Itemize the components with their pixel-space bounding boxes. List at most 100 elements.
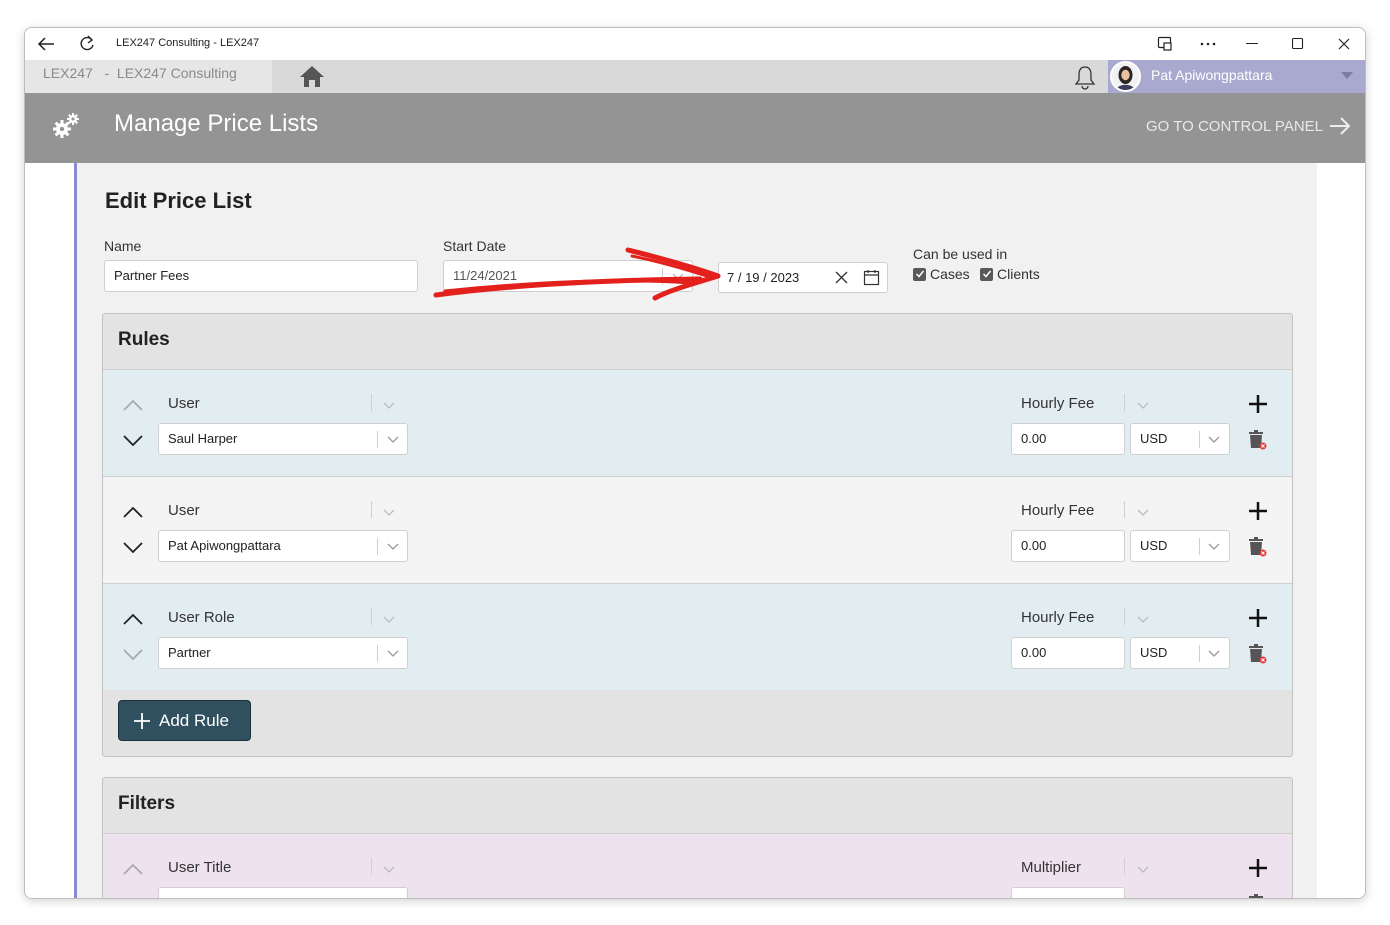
currency-value: USD bbox=[1140, 431, 1168, 446]
rule-value: Partner bbox=[168, 645, 211, 660]
rule-value-select[interactable]: Saul Harper bbox=[158, 423, 408, 455]
control-panel-link-label: GO TO CONTROL PANEL bbox=[1146, 117, 1323, 135]
start-date-value: 11/24/2021 bbox=[453, 268, 518, 283]
currency-select[interactable]: USD bbox=[1130, 637, 1230, 669]
chevron-down-icon[interactable] bbox=[383, 613, 395, 625]
arrow-right-icon bbox=[1330, 117, 1351, 135]
chevron-down-icon bbox=[1208, 650, 1220, 657]
checkbox-checked-icon[interactable] bbox=[913, 267, 926, 281]
app-window: LEX247 Consulting - LEX247 LEX247 - LEX2… bbox=[24, 27, 1366, 899]
rule-value-select[interactable]: Pat Apiwongpattara bbox=[158, 530, 408, 562]
multiplier-input[interactable] bbox=[1011, 887, 1125, 898]
checkbox-clients-label: Clients bbox=[997, 266, 1040, 282]
chevron-down-icon bbox=[1208, 436, 1220, 443]
end-date-value: 7 / 19 / 2023 bbox=[727, 270, 800, 285]
trash-icon[interactable] bbox=[1247, 536, 1269, 558]
start-date-label: Start Date bbox=[443, 238, 507, 254]
control-panel-link[interactable]: GO TO CONTROL PANEL bbox=[1146, 117, 1351, 135]
chevron-down-icon[interactable] bbox=[1341, 72, 1353, 79]
name-input[interactable]: Partner Fees bbox=[104, 260, 418, 292]
chevron-down-icon[interactable] bbox=[1137, 506, 1149, 518]
plus-icon[interactable] bbox=[1248, 394, 1268, 414]
fee-label[interactable]: Hourly Fee bbox=[1021, 609, 1094, 626]
title-bar: LEX247 Consulting - LEX247 bbox=[25, 28, 1365, 60]
multiplier-label[interactable]: Multiplier bbox=[1021, 859, 1081, 876]
chevron-down-icon bbox=[1208, 543, 1220, 550]
rule-value-select[interactable]: Partner bbox=[158, 637, 408, 669]
rule-row: User Saul Harper Hourly Fee 0.00 USD bbox=[103, 369, 1292, 476]
chevron-up-icon[interactable] bbox=[122, 505, 144, 519]
currency-value: USD bbox=[1140, 645, 1168, 660]
calendar-icon[interactable] bbox=[863, 269, 880, 286]
trash-icon[interactable] bbox=[1247, 893, 1269, 899]
filter-type-label[interactable]: User Title bbox=[168, 859, 231, 876]
start-date-select[interactable]: 11/24/2021 bbox=[443, 260, 693, 292]
chevron-down-icon[interactable] bbox=[383, 399, 395, 411]
rule-value: Saul Harper bbox=[168, 431, 238, 446]
chevron-down-icon[interactable] bbox=[1137, 613, 1149, 625]
rule-type-label[interactable]: User bbox=[168, 502, 200, 519]
gears-icon bbox=[51, 111, 81, 141]
chevron-down-icon bbox=[387, 650, 399, 657]
plus-icon[interactable] bbox=[1248, 608, 1268, 628]
checkbox-clients[interactable]: Clients bbox=[980, 266, 1040, 282]
chevron-up-icon[interactable] bbox=[122, 612, 144, 626]
more-options-icon[interactable] bbox=[1196, 32, 1220, 56]
plus-icon[interactable] bbox=[1248, 501, 1268, 521]
trash-icon[interactable] bbox=[1247, 429, 1269, 451]
filter-value-select[interactable] bbox=[158, 887, 408, 898]
fee-label[interactable]: Hourly Fee bbox=[1021, 395, 1094, 412]
chevron-down-icon[interactable] bbox=[383, 863, 395, 875]
currency-select[interactable]: USD bbox=[1130, 423, 1230, 455]
chevron-down-icon[interactable] bbox=[122, 434, 144, 448]
chevron-down-icon[interactable] bbox=[1137, 399, 1149, 411]
app-bar: LEX247 - LEX247 Consulting Pat Apiwongpa… bbox=[25, 60, 1365, 93]
window-title: LEX247 Consulting - LEX247 bbox=[116, 37, 260, 49]
fee-label[interactable]: Hourly Fee bbox=[1021, 502, 1094, 519]
page-header: Manage Price Lists GO TO CONTROL PANEL bbox=[25, 93, 1365, 163]
currency-select[interactable]: USD bbox=[1130, 530, 1230, 562]
home-icon[interactable] bbox=[298, 64, 328, 90]
edit-panel: Edit Price List Name Partner Fees Start … bbox=[74, 163, 1317, 899]
chevron-down-icon[interactable] bbox=[383, 506, 395, 518]
maximize-icon[interactable] bbox=[1286, 32, 1310, 56]
chevron-down-icon bbox=[672, 273, 684, 280]
rule-type-label[interactable]: User bbox=[168, 395, 200, 412]
clear-icon[interactable] bbox=[835, 271, 848, 284]
breadcrumb[interactable]: LEX247 - LEX247 Consulting bbox=[43, 65, 237, 81]
fee-input[interactable]: 0.00 bbox=[1011, 530, 1125, 562]
checkbox-checked-icon[interactable] bbox=[980, 267, 993, 281]
fee-input[interactable]: 0.00 bbox=[1011, 637, 1125, 669]
chevron-up-icon[interactable] bbox=[122, 398, 144, 412]
form-title: Edit Price List bbox=[105, 188, 252, 213]
avatar bbox=[1110, 61, 1141, 92]
cast-icon[interactable] bbox=[1153, 32, 1177, 56]
add-rule-label: Add Rule bbox=[159, 710, 229, 730]
fee-input[interactable]: 0.00 bbox=[1011, 423, 1125, 455]
checkbox-cases[interactable]: Cases bbox=[913, 266, 970, 282]
filter-row: User Title Multiplier bbox=[103, 833, 1292, 899]
bell-icon[interactable] bbox=[1073, 64, 1097, 90]
user-menu[interactable]: Pat Apiwongpattara bbox=[1108, 60, 1365, 93]
close-icon[interactable] bbox=[1332, 32, 1356, 56]
chevron-down-icon[interactable] bbox=[1137, 863, 1149, 875]
minimize-icon[interactable] bbox=[1240, 32, 1264, 56]
rule-value: Pat Apiwongpattara bbox=[168, 538, 281, 553]
user-name: Pat Apiwongpattara bbox=[1151, 67, 1273, 83]
rule-row: User Role Partner Hourly Fee 0.00 USD bbox=[103, 583, 1292, 690]
name-label: Name bbox=[104, 238, 142, 254]
add-rule-button[interactable]: Add Rule bbox=[118, 700, 251, 741]
plus-icon[interactable] bbox=[1248, 858, 1268, 878]
refresh-icon[interactable] bbox=[75, 32, 99, 56]
back-arrow-icon[interactable] bbox=[34, 32, 58, 56]
page-title: Manage Price Lists bbox=[114, 110, 319, 137]
chevron-down-icon[interactable] bbox=[122, 541, 144, 555]
end-date-input[interactable]: 7 / 19 / 2023 bbox=[718, 262, 888, 293]
chevron-down-icon[interactable] bbox=[122, 648, 144, 662]
rule-type-label[interactable]: User Role bbox=[168, 609, 235, 626]
chevron-up-icon[interactable] bbox=[122, 862, 144, 876]
rule-row: User Pat Apiwongpattara Hourly Fee 0.00 … bbox=[103, 476, 1292, 583]
checkbox-cases-label: Cases bbox=[930, 266, 970, 282]
trash-icon[interactable] bbox=[1247, 643, 1269, 665]
usage-label: Can be used in bbox=[913, 246, 1008, 262]
